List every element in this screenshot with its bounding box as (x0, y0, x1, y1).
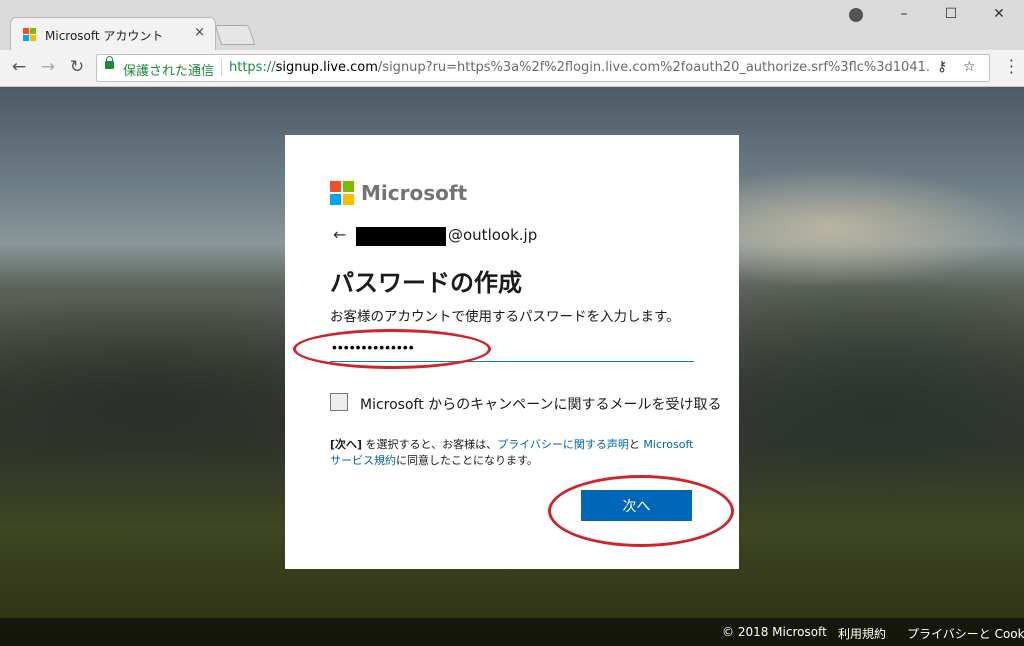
password-highlight-ellipse (293, 329, 491, 369)
browser-titlebar: Microsoft アカウント × – ☐ ✕ (0, 0, 1024, 51)
tab-title: Microsoft アカウント (45, 29, 164, 43)
terms-text-2: と (628, 438, 644, 451)
next-button-highlight-ellipse (548, 475, 734, 547)
url-protocol: https:// (229, 60, 276, 75)
tab-close-icon[interactable]: × (194, 25, 205, 40)
redacted-username (356, 227, 446, 246)
bookmark-star-icon[interactable]: ☆ (963, 59, 976, 75)
url-text[interactable]: https://signup.live.com/signup?ru=https%… (229, 60, 929, 75)
email-domain: @outlook.jp (448, 226, 538, 244)
browser-menu-icon[interactable]: · · · (1009, 53, 1014, 81)
profile-icon[interactable] (849, 8, 863, 22)
marketing-email-checkbox[interactable] (330, 393, 348, 411)
url-path: /signup?ru=https%3a%2f%2flogin.live.com%… (377, 60, 929, 75)
brand-name: Microsoft (361, 181, 468, 205)
browser-toolbar: ← → ↻ 保護された通信 https://signup.live.com/si… (0, 50, 1024, 87)
key-icon[interactable]: ⚷ (937, 59, 947, 75)
page-title: パスワードの作成 (330, 269, 522, 297)
marketing-email-label[interactable]: Microsoft からのキャンペーンに関するメールを受け取る (360, 394, 721, 414)
lock-icon (105, 56, 114, 69)
page-footer: © 2018 Microsoft 利用規約 プライバシーと Cookie (0, 618, 1024, 646)
reload-button[interactable]: ↻ (66, 57, 88, 77)
page-background: Microsoft ← @outlook.jp パスワードの作成 お客様のアカウ… (0, 87, 1024, 646)
privacy-statement-link[interactable]: プライバシーに関する声明 (497, 438, 629, 451)
back-arrow-icon[interactable]: ← (333, 225, 346, 244)
address-bar[interactable]: 保護された通信 https://signup.live.com/signup?r… (96, 54, 990, 82)
footer-privacy-link[interactable]: プライバシーと Cookie (907, 625, 1024, 642)
back-button[interactable]: ← (8, 57, 30, 77)
url-divider (221, 59, 222, 76)
new-tab-button[interactable] (214, 25, 256, 45)
footer-copyright: © 2018 Microsoft (722, 625, 827, 639)
secure-label: 保護された通信 (123, 64, 215, 79)
browser-tab[interactable]: Microsoft アカウント × (10, 17, 216, 51)
microsoft-logo-icon (330, 181, 354, 205)
minimize-button[interactable]: – (889, 6, 919, 22)
password-description: お客様のアカウントで使用するパスワードを入力します。 (330, 309, 680, 325)
terms-next-ref: [次へ] (330, 438, 363, 451)
close-window-button[interactable]: ✕ (984, 6, 1014, 22)
terms-notice: [次へ] を選択すると、お客様は、プライバシーに関する声明と Microsoft… (330, 437, 700, 469)
maximize-button[interactable]: ☐ (936, 6, 966, 22)
url-host: signup.live.com (275, 60, 378, 75)
footer-terms-link[interactable]: 利用規約 (838, 625, 886, 642)
terms-text-1: を選択すると、お客様は、 (362, 438, 498, 451)
terms-text-3: に同意したことになります。 (396, 454, 538, 467)
microsoft-favicon-icon (23, 28, 37, 42)
forward-button[interactable]: → (37, 57, 59, 77)
